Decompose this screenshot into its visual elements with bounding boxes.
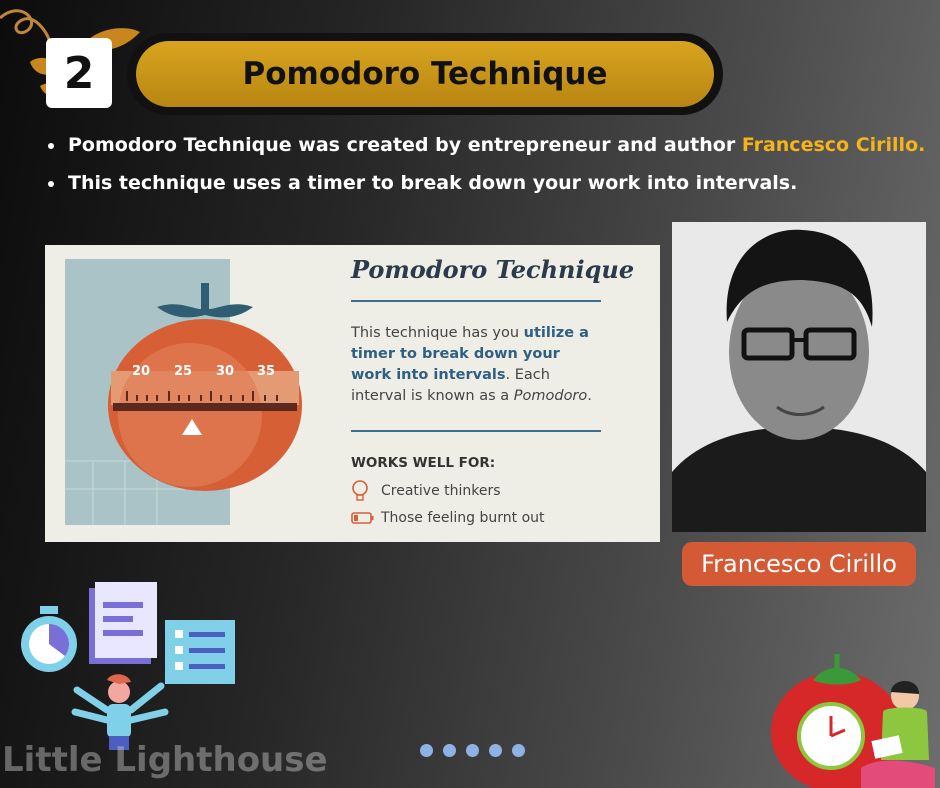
page-dot (443, 744, 456, 757)
divider (351, 430, 601, 432)
intro-bullets: Pomodoro Technique was created by entrep… (44, 126, 925, 202)
tomato-timer-illustration: 20 25 30 35 (65, 259, 302, 525)
list-item-label: Those feeling burnt out (381, 510, 545, 526)
productivity-illustration (21, 582, 235, 750)
bullet-creator: Pomodoro Technique was created by entrep… (66, 126, 925, 164)
desc-end: . (587, 388, 592, 404)
desc-italic: Pomodoro (513, 388, 588, 404)
author-highlight: Francesco Cirillo. (741, 134, 926, 156)
page-dot (466, 744, 479, 757)
bullet-timer: This technique uses a timer to break dow… (66, 164, 925, 202)
infographic-title: Pomodoro Technique (351, 255, 635, 284)
page-indicator (420, 744, 525, 757)
pomodoro-infographic: 20 25 30 35 Pomodoro Technique This tech… (45, 245, 660, 542)
author-name-label: Francesco Cirillo (682, 542, 916, 586)
dial-number: 20 (132, 364, 150, 379)
author-portrait (672, 222, 926, 532)
works-well-label: WORKS WELL FOR: (351, 455, 496, 471)
list-item-label: Creative thinkers (381, 483, 501, 499)
infographic-description: This technique has you utilize a timer t… (351, 323, 596, 407)
desc-prefix: This technique has you (351, 325, 524, 341)
infographic-text: Pomodoro Technique This technique has yo… (351, 245, 651, 542)
tomato-clock-illustration (771, 654, 935, 788)
page-dot (420, 744, 433, 757)
dial-number: 30 (216, 364, 234, 379)
portrait-illustration (672, 222, 926, 532)
stopwatch-icon (21, 606, 77, 672)
list-item: Creative thinkers (351, 480, 501, 502)
page-dot (512, 744, 525, 757)
dial-number: 25 (174, 364, 192, 379)
juggling-person-icon (71, 674, 169, 750)
page-title: Pomodoro Technique (136, 41, 714, 107)
page-dot (489, 744, 502, 757)
list-item: Those feeling burnt out (351, 510, 545, 526)
dial-number: 35 (257, 364, 275, 379)
divider (351, 300, 601, 302)
step-number-badge: 2 (46, 38, 112, 108)
checklist-icon (165, 620, 235, 684)
bullet-creator-text: Pomodoro Technique was created by entrep… (68, 134, 742, 156)
title-banner: Pomodoro Technique (130, 36, 720, 112)
lightbulb-icon (351, 480, 381, 502)
document-icon (89, 582, 157, 664)
brand-watermark: Little Lighthouse (2, 740, 328, 780)
low-battery-icon (351, 511, 381, 525)
